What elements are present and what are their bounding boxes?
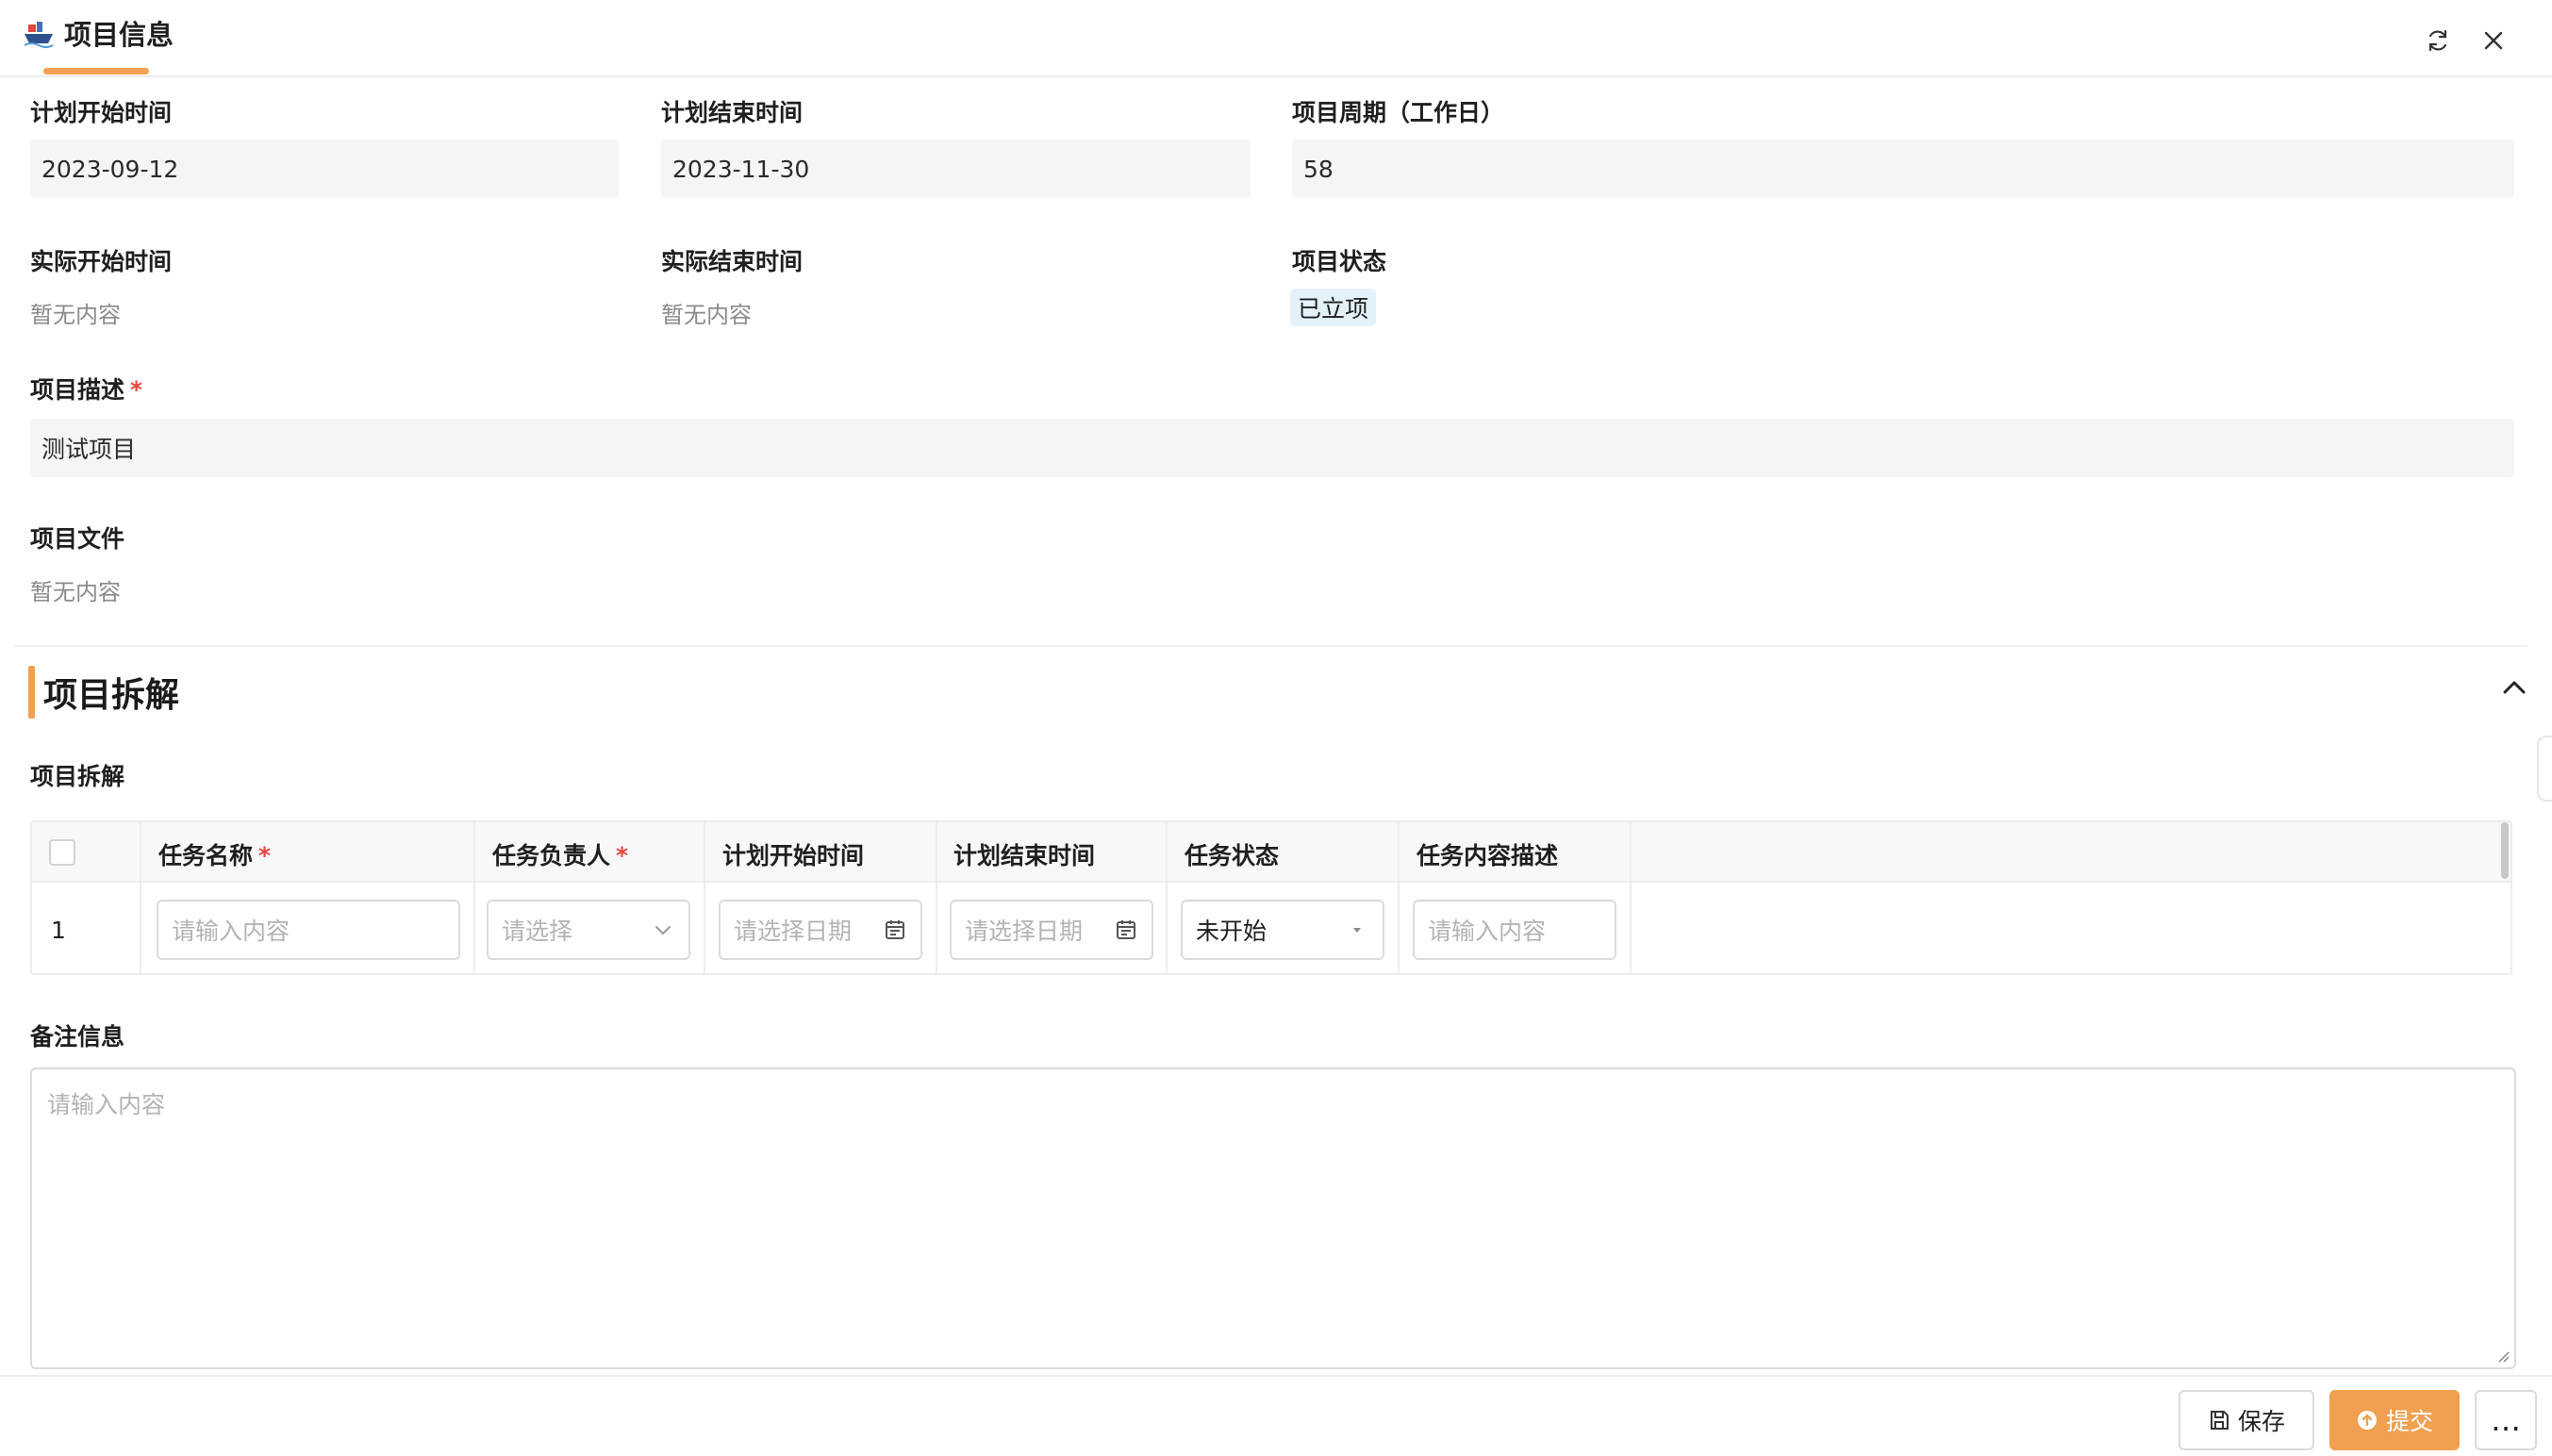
plan-end-placeholder: 请选择日期 [965, 918, 1084, 945]
column-separator [1398, 822, 1400, 973]
required-mark: * [130, 376, 143, 404]
caret-down-icon [1353, 928, 1361, 933]
plan-end-value: 2023-11-30 [672, 155, 810, 183]
col-task-owner-label: 任务负责人 [492, 842, 611, 869]
task-status-value: 未开始 [1196, 918, 1268, 945]
plan-start-value: 2023-09-12 [41, 155, 179, 183]
files-label: 项目文件 [30, 525, 125, 553]
files-value: 暂无内容 [30, 579, 121, 605]
dialog-footer [0, 1375, 2552, 1456]
save-button-label: 保存 [2237, 1408, 2285, 1435]
column-separator [704, 822, 705, 973]
required-mark: * [616, 842, 629, 869]
period-value: 58 [1303, 155, 1334, 183]
column-separator [140, 822, 141, 973]
required-mark: * [258, 842, 272, 869]
column-separator [1630, 822, 1632, 973]
remarks-label: 备注信息 [30, 1023, 125, 1051]
row-index: 1 [51, 917, 66, 944]
status-label: 项目状态 [1292, 248, 1387, 275]
task-owner-select[interactable]: 请选择 [487, 900, 690, 960]
description-field: 测试项目 [30, 419, 2514, 477]
actual-end-label: 实际结束时间 [661, 248, 804, 275]
col-task-desc: 任务内容描述 [1417, 842, 1559, 869]
plan-end-date-picker[interactable]: 请选择日期 [950, 900, 1153, 960]
tab-title-text: 项目信息 [64, 19, 174, 51]
plan-start-date-picker[interactable]: 请选择日期 [719, 900, 922, 960]
refresh-icon[interactable] [2422, 25, 2454, 57]
description-label-text: 项目描述 [30, 376, 125, 404]
period-field: 58 [1292, 140, 2514, 198]
chevron-down-icon [655, 926, 671, 935]
plan-end-field: 2023-11-30 [661, 140, 1251, 198]
actual-end-value: 暂无内容 [661, 302, 752, 328]
side-panel-handle[interactable] [2537, 736, 2552, 802]
save-icon [2210, 1411, 2229, 1430]
section-divider [13, 645, 2527, 647]
period-label: 项目周期（工作日） [1292, 99, 1505, 126]
dialog-header: 项目信息 [0, 0, 2552, 77]
column-separator [473, 822, 475, 973]
table-scrollbar[interactable] [2501, 822, 2509, 879]
calendar-icon [1117, 920, 1135, 939]
plan-end-label: 计划结束时间 [661, 99, 804, 126]
column-separator [936, 822, 937, 973]
chevron-up-icon[interactable] [2497, 673, 2531, 702]
select-all-checkbox[interactable] [49, 839, 75, 866]
status-badge: 已立项 [1290, 289, 1377, 326]
col-task-name: 任务名称 * [158, 837, 271, 871]
section-accent-bar [28, 666, 35, 719]
table-header: 任务名称 * 任务负责人 * 计划开始时间 计划结束时间 任务状态 任务内容描述 [32, 822, 2511, 883]
resize-handle-icon[interactable] [2495, 1348, 2511, 1364]
tab-project-info[interactable]: 项目信息 [23, 9, 174, 57]
column-separator [1166, 822, 1168, 973]
plan-start-label: 计划开始时间 [30, 99, 173, 126]
breakdown-label: 项目拆解 [30, 763, 125, 790]
section-title: 项目拆解 [43, 676, 180, 715]
calendar-icon [886, 920, 904, 939]
task-owner-placeholder: 请选择 [502, 918, 573, 945]
submit-button-label: 提交 [2385, 1408, 2433, 1435]
plan-start-placeholder: 请选择日期 [734, 918, 853, 945]
task-status-select[interactable]: 未开始 [1181, 900, 1384, 960]
task-name-input[interactable]: 请输入内容 [157, 900, 460, 960]
actual-start-value: 暂无内容 [30, 302, 121, 328]
submit-button[interactable]: 提交 [2329, 1390, 2460, 1450]
upload-circle-icon [2357, 1411, 2377, 1430]
col-plan-end: 计划结束时间 [953, 842, 1096, 869]
save-button[interactable]: 保存 [2179, 1390, 2314, 1450]
task-table: 任务名称 * 任务负责人 * 计划开始时间 计划结束时间 任务状态 任务内容描述 1… [30, 820, 2512, 975]
col-task-owner: 任务负责人 * [492, 837, 628, 871]
col-plan-start: 计划开始时间 [722, 842, 865, 869]
col-task-name-label: 任务名称 [158, 842, 254, 869]
remarks-placeholder: 请输入内容 [47, 1091, 166, 1118]
description-label: 项目描述 * [30, 372, 142, 405]
actual-start-label: 实际开始时间 [30, 248, 173, 275]
task-desc-input[interactable]: 请输入内容 [1413, 900, 1616, 960]
close-icon[interactable] [2477, 25, 2510, 57]
task-desc-placeholder: 请输入内容 [1428, 918, 1547, 945]
more-button[interactable]: … [2475, 1390, 2537, 1450]
more-icon: … [2491, 1402, 2521, 1438]
remarks-textarea[interactable]: 请输入内容 [30, 1067, 2516, 1369]
active-tab-indicator [43, 68, 149, 74]
plan-start-field: 2023-09-12 [30, 140, 619, 198]
description-value: 测试项目 [41, 436, 137, 463]
task-name-placeholder: 请输入内容 [172, 918, 290, 945]
col-task-status: 任务状态 [1185, 842, 1280, 869]
ship-icon [24, 22, 54, 48]
